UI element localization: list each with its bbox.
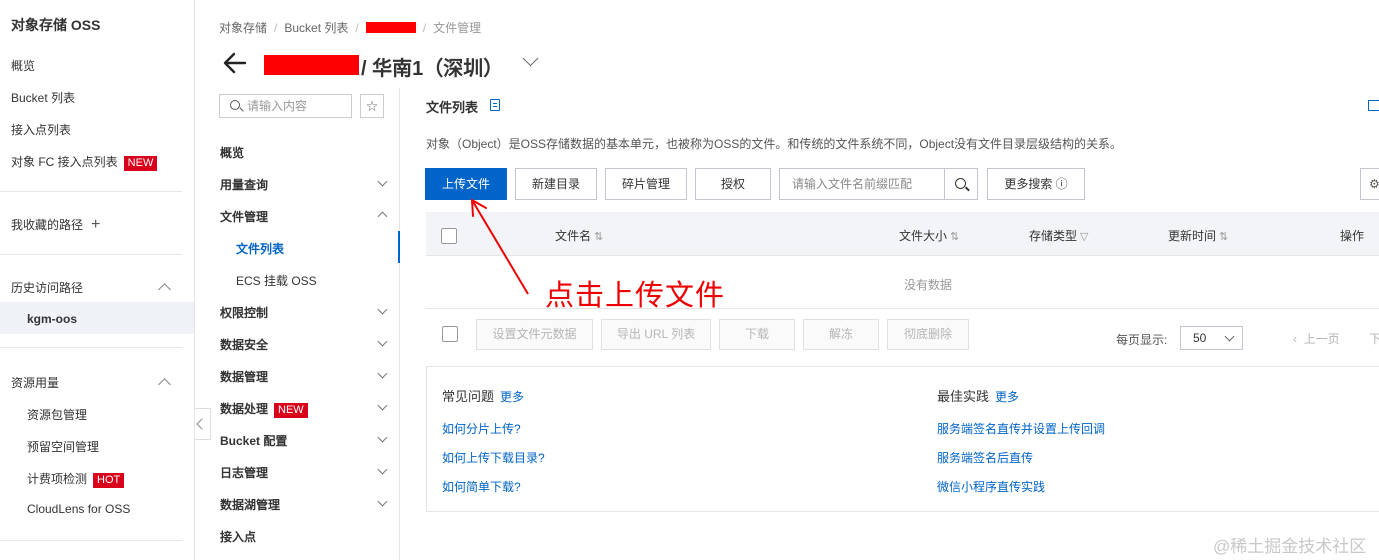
nav-item-overview[interactable]: 概览 bbox=[220, 144, 244, 161]
nav-item-bucket-config[interactable]: Bucket 配置 bbox=[220, 432, 287, 449]
history-item-kgm-oos[interactable]: kgm-oos bbox=[27, 312, 77, 326]
annotation-text: 点击上传文件 bbox=[545, 278, 726, 312]
empty-state: 没有数据 bbox=[904, 278, 953, 292]
settings-icon[interactable]: ⚙ bbox=[1360, 168, 1379, 200]
faq-more-link[interactable]: 更多 bbox=[500, 390, 524, 404]
redacted-bucket-name[interactable] bbox=[365, 22, 416, 33]
divider bbox=[0, 347, 182, 348]
best-practice-link[interactable]: 服务端签名后直传 bbox=[937, 449, 1033, 466]
chevron-down-icon[interactable] bbox=[522, 50, 539, 67]
prev-page-button[interactable]: ‹ 上一页 bbox=[1293, 330, 1340, 347]
nav-item-data-lake[interactable]: 数据湖管理 bbox=[220, 496, 280, 513]
active-indicator bbox=[398, 231, 400, 263]
nav-search[interactable] bbox=[219, 94, 352, 118]
delete-button[interactable]: 彻底删除 bbox=[887, 319, 969, 350]
nav-search-input[interactable] bbox=[247, 98, 347, 114]
faq-link[interactable]: 如何简单下载? bbox=[442, 478, 521, 495]
sidebar-item-access-points[interactable]: 接入点列表 bbox=[11, 121, 71, 138]
new-badge: NEW bbox=[123, 156, 158, 171]
next-page-button[interactable]: 下 bbox=[1369, 330, 1379, 347]
divider bbox=[0, 254, 182, 255]
section-title: 文件列表 bbox=[426, 100, 479, 115]
nav-item-label: 数据处理 bbox=[220, 402, 269, 416]
hot-badge: HOT bbox=[93, 473, 125, 488]
sidebar-item-label: 对象 FC 接入点列表 bbox=[11, 155, 118, 169]
watermark: @稀土掘金技术社区 bbox=[1213, 537, 1367, 556]
description-text: 对象（Object）是OSS存储数据的基本单元，也被称为OSS的文件。和传统的文… bbox=[426, 137, 1123, 151]
breadcrumb-current: 文件管理 bbox=[433, 21, 482, 35]
breadcrumb-item[interactable]: Bucket 列表 bbox=[284, 21, 348, 35]
filter-search-button[interactable] bbox=[944, 168, 978, 200]
resources-header[interactable]: 资源用量 bbox=[11, 374, 59, 391]
new-badge: NEW bbox=[274, 403, 308, 418]
best-practice-link[interactable]: 服务端签名直传并设置上传回调 bbox=[937, 420, 1105, 437]
faq-link[interactable]: 如何上传下载目录? bbox=[442, 449, 545, 466]
column-header-ops: 操作 bbox=[1340, 229, 1365, 243]
faq-title: 常见问题 更多 bbox=[442, 389, 525, 404]
more-search-button[interactable]: 更多搜索 ⓘ bbox=[987, 168, 1085, 200]
nav-item-logs[interactable]: 日志管理 bbox=[220, 464, 268, 481]
panel-icon[interactable] bbox=[1368, 100, 1379, 111]
fragment-management-button[interactable]: 碎片管理 bbox=[605, 168, 687, 200]
sidebar-item-fc-access-points[interactable]: 对象 FC 接入点列表 NEW bbox=[11, 153, 158, 171]
prefix-filter-input[interactable] bbox=[792, 176, 932, 192]
sidebar-item-billing-check[interactable]: 计费项检测 HOT bbox=[27, 470, 125, 488]
breadcrumb: 对象存储 / Bucket 列表 / / 文件管理 bbox=[219, 21, 482, 35]
column-header-name[interactable]: 文件名 ⇅ bbox=[555, 227, 603, 244]
nav-item-ecs-mount[interactable]: ECS 挂载 OSS bbox=[236, 272, 317, 289]
favorites-header[interactable]: 我收藏的路径 bbox=[11, 216, 83, 233]
column-header-size[interactable]: 文件大小 ⇅ bbox=[899, 227, 959, 244]
prefix-filter[interactable] bbox=[779, 168, 945, 200]
authorize-button[interactable]: 授权 bbox=[695, 168, 771, 200]
unfreeze-button[interactable]: 解冻 bbox=[803, 319, 879, 350]
column-header-storage[interactable]: 存储类型 ▽ bbox=[1029, 227, 1088, 244]
star-icon[interactable]: ☆ bbox=[360, 94, 384, 118]
breadcrumb-item[interactable]: 对象存储 bbox=[219, 21, 267, 35]
document-icon[interactable] bbox=[490, 99, 500, 111]
filter-icon: ▽ bbox=[1080, 231, 1089, 243]
sort-icon: ⇅ bbox=[950, 231, 960, 243]
help-card bbox=[426, 366, 1379, 512]
history-header[interactable]: 历史访问路径 bbox=[11, 279, 83, 296]
sidebar-title: 对象存储 OSS bbox=[11, 17, 101, 33]
set-metadata-button[interactable]: 设置文件元数据 bbox=[476, 319, 593, 350]
nav-item-data-processing[interactable]: 数据处理 NEW bbox=[220, 400, 308, 418]
best-practice-more-link[interactable]: 更多 bbox=[995, 390, 1019, 404]
sidebar-item-resource-packages[interactable]: 资源包管理 bbox=[27, 406, 87, 423]
back-arrow-icon[interactable] bbox=[222, 50, 248, 76]
download-button[interactable]: 下载 bbox=[719, 319, 795, 350]
search-icon bbox=[230, 100, 240, 110]
sort-icon: ⇅ bbox=[594, 231, 604, 243]
divider bbox=[0, 191, 182, 192]
redacted-title-bucket bbox=[264, 55, 359, 75]
nav-item-file-list[interactable]: 文件列表 bbox=[236, 240, 284, 257]
add-icon[interactable]: + bbox=[91, 217, 100, 233]
per-page-label: 每页显示: bbox=[1116, 333, 1168, 347]
sidebar-item-label: 计费项检测 bbox=[27, 472, 88, 486]
sidebar-item-bucket-list[interactable]: Bucket 列表 bbox=[11, 89, 75, 106]
sidebar-item-reserved-space[interactable]: 预留空间管理 bbox=[27, 438, 99, 455]
select-all-checkbox[interactable] bbox=[441, 228, 457, 244]
per-page-select[interactable]: 50 bbox=[1180, 326, 1243, 350]
export-url-button[interactable]: 导出 URL 列表 bbox=[601, 319, 711, 350]
search-icon bbox=[955, 178, 966, 189]
sidebar-item-cloudlens[interactable]: CloudLens for OSS bbox=[27, 502, 130, 516]
nav-item-data-security[interactable]: 数据安全 bbox=[220, 336, 268, 353]
faq-link[interactable]: 如何分片上传? bbox=[442, 420, 521, 437]
annotation-arrow bbox=[471, 199, 529, 295]
best-practice-link[interactable]: 微信小程序直传实践 bbox=[937, 478, 1045, 495]
nav-item-data-management[interactable]: 数据管理 bbox=[220, 368, 268, 385]
divider bbox=[0, 540, 182, 541]
sort-icon: ⇅ bbox=[1219, 231, 1229, 243]
bulk-select-checkbox[interactable] bbox=[442, 326, 458, 342]
nav-item-usage[interactable]: 用量查询 bbox=[220, 176, 268, 193]
page-title: / 华南1（深圳） bbox=[361, 58, 504, 80]
best-practice-title: 最佳实践 更多 bbox=[937, 389, 1020, 404]
column-header-updated[interactable]: 更新时间 ⇅ bbox=[1168, 227, 1228, 244]
nav-item-file-management[interactable]: 文件管理 bbox=[220, 208, 268, 225]
nav-item-access-points[interactable]: 接入点 bbox=[220, 528, 256, 545]
sidebar-item-overview[interactable]: 概览 bbox=[11, 57, 35, 74]
nav-item-permissions[interactable]: 权限控制 bbox=[220, 304, 268, 321]
chevron-down-icon bbox=[1224, 331, 1235, 342]
